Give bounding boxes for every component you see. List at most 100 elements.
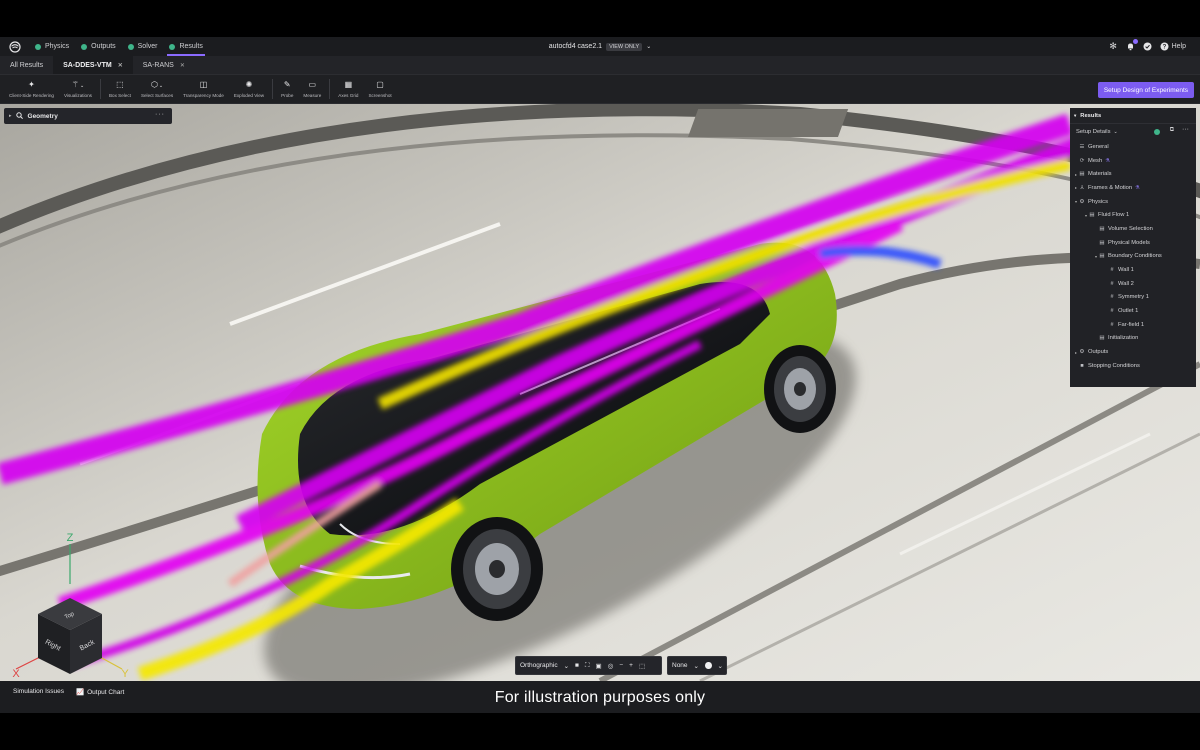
flask-icon: ⚗: [1135, 184, 1140, 191]
tree-item-outlet-1[interactable]: # Outlet 1: [1070, 304, 1196, 318]
more-options-icon[interactable]: ···: [155, 111, 165, 118]
tree-item-fluid-flow-1[interactable]: ▾ ▤ Fluid Flow 1: [1070, 208, 1196, 222]
tree-item-label: Outlet 1: [1118, 308, 1139, 315]
setup-doe-button[interactable]: Setup Design of Experiments: [1097, 82, 1194, 98]
tree-item-frames-motion[interactable]: ▸ ⅄ Frames & Motion ⚗: [1070, 181, 1196, 195]
tree-item-physical-models[interactable]: ▤ Physical Models: [1070, 236, 1196, 250]
step-outputs[interactable]: Outputs: [81, 37, 116, 56]
search-icon[interactable]: [15, 111, 23, 121]
step-complete-icon: [127, 43, 134, 50]
color-mode-dropdown[interactable]: None: [672, 662, 688, 669]
zoom-out-icon[interactable]: −: [619, 662, 623, 669]
step-solver[interactable]: Solver: [127, 37, 157, 56]
frame-icon[interactable]: ▣: [596, 662, 602, 670]
rear-wheel: [764, 345, 836, 433]
sliders-icon: ☰: [1079, 143, 1085, 150]
tool-axes-grid[interactable]: ▦ Axes Grid: [333, 75, 363, 103]
project-title[interactable]: autocfd4 case2.1: [549, 43, 602, 50]
camera-icon[interactable]: ■: [575, 662, 579, 669]
tab-sa-ddes-vtm[interactable]: SA-DDES-VTM ✕: [53, 56, 133, 74]
tree-item-stopping-conditions[interactable]: ■ Stopping Conditions: [1070, 359, 1196, 373]
tree-item-label: Volume Selection: [1108, 225, 1153, 232]
tool-exploded-view[interactable]: ✺ Exploded View: [229, 75, 269, 103]
collapse-arrow-icon[interactable]: ▸: [9, 113, 12, 119]
tree-item-mesh[interactable]: ⟳ Mesh ⚗: [1070, 154, 1196, 168]
tree-item-far-field-1[interactable]: # Far-field 1: [1070, 318, 1196, 332]
transparency-icon: ◫: [199, 80, 208, 89]
tree-item-label: Initialization: [1108, 335, 1139, 342]
tool-box-select[interactable]: ⬚ Box Select: [104, 75, 136, 103]
step-physics[interactable]: Physics: [35, 37, 69, 56]
tool-label: Client-Side Rendering: [9, 93, 54, 98]
zoom-box-icon[interactable]: ⬚: [639, 662, 645, 670]
bell-icon[interactable]: [1126, 39, 1138, 51]
collapse-arrow-icon[interactable]: ▾: [1074, 113, 1076, 119]
close-icon[interactable]: ✕: [118, 62, 123, 69]
tree-item-physics[interactable]: ▾ ⚙ Physics: [1070, 195, 1196, 209]
tree-item-volume-selection[interactable]: ▤ Volume Selection: [1070, 222, 1196, 236]
app-logo-icon[interactable]: [9, 40, 21, 53]
tree-item-outputs[interactable]: ▸ ⚙ Outputs: [1070, 345, 1196, 359]
help-button[interactable]: ? Help: [1160, 42, 1186, 51]
chevron-down-icon[interactable]: ⌄: [564, 662, 569, 670]
more-options-icon[interactable]: ···: [1182, 126, 1189, 133]
tool-label: Select Surfaces: [140, 93, 174, 98]
tab-sa-rans[interactable]: SA-RANS ✕: [133, 56, 195, 74]
tree-item-label: Far-field 1: [1118, 321, 1145, 328]
tool-label: Exploded View: [233, 93, 265, 98]
tree-item-initialization[interactable]: ▤ Initialization: [1070, 332, 1196, 346]
tree-item-general[interactable]: ☰ General: [1070, 140, 1196, 154]
step-complete-icon: [35, 43, 41, 50]
tree-item-label: General: [1088, 143, 1109, 150]
snowflake-icon[interactable]: ✻: [1109, 41, 1118, 51]
tree-item-symmetry-1[interactable]: # Symmetry 1: [1070, 291, 1196, 305]
tool-transparency-mode[interactable]: ◫ Transparency Mode: [178, 75, 229, 103]
projection-dropdown[interactable]: Orthographic: [520, 662, 558, 669]
tool-visualizations[interactable]: ⚚⌄ Visualizations: [59, 75, 97, 103]
tree-item-label: Boundary Conditions: [1108, 253, 1162, 260]
color-swatch-icon[interactable]: [705, 662, 712, 669]
setup-details-row[interactable]: Setup Details ⌄ ⧉ ···: [1070, 124, 1196, 140]
zoom-in-icon[interactable]: +: [629, 662, 633, 669]
scene-render[interactable]: Top Right Back Z X Y: [0, 104, 1200, 681]
tool-probe[interactable]: ✎ Probe: [276, 75, 298, 103]
target-icon[interactable]: ◎: [608, 662, 614, 670]
toolbar-separator: [272, 79, 274, 99]
close-icon[interactable]: ✕: [180, 62, 185, 69]
step-label: Results: [179, 43, 203, 50]
wand-icon: ⚚⌄: [71, 80, 85, 89]
results-panel-header[interactable]: ▾ Results: [1070, 108, 1196, 124]
list-icon: ▤: [1099, 225, 1105, 232]
tool-label: Probe: [281, 93, 294, 98]
copy-icon[interactable]: ⧉: [1170, 127, 1174, 134]
tree-item-label: Wall 2: [1118, 280, 1134, 287]
setup-details-dropdown[interactable]: Setup Details: [1076, 129, 1110, 135]
tool-screenshot[interactable]: ▢ Screenshot: [363, 75, 396, 103]
results-panel: ▾ Results Setup Details ⌄ ⧉ ··· ☰ General…: [1070, 108, 1196, 387]
tool-label: Axes Grid: [338, 93, 359, 98]
top-bar: Physics Outputs Solver Results autocfd4 cas…: [0, 37, 1200, 56]
tree-item-materials[interactable]: ▸ ▤ Materials: [1070, 167, 1196, 181]
3d-viewport[interactable]: Top Right Back Z X Y: [0, 104, 1200, 681]
tool-client-side-rendering[interactable]: ✦ Client-Side Rendering: [4, 75, 59, 103]
tab-all-results[interactable]: All Results: [0, 56, 53, 74]
chevron-down-icon[interactable]: ⌄: [1113, 129, 1117, 135]
tree-item-boundary-conditions[interactable]: ▾ ▤ Boundary Conditions: [1070, 250, 1196, 264]
tree-item-label: Frames & Motion: [1088, 184, 1133, 191]
tree-item-wall-1[interactable]: # Wall 1: [1070, 263, 1196, 277]
workflow-steps: Physics Outputs Solver Results: [35, 37, 215, 56]
outputs-icon: ⚙: [1079, 349, 1085, 356]
tool-measure[interactable]: ▭ Measure: [298, 75, 326, 103]
sparkle-icon: ✦: [28, 80, 35, 89]
tool-select-surfaces[interactable]: ⬡⌄ Select Surfaces: [136, 75, 178, 103]
chevron-down-icon[interactable]: ⌄: [646, 43, 651, 50]
tree-item-wall-2[interactable]: # Wall 2: [1070, 277, 1196, 291]
chevron-down-icon[interactable]: ⌄: [718, 662, 723, 670]
box-select-icon: ⬚: [116, 80, 124, 89]
tree-item-label: Physics: [1088, 198, 1108, 205]
chevron-down-icon[interactable]: ⌄: [694, 662, 699, 670]
fit-icon[interactable]: ⛶: [585, 662, 590, 670]
geometry-panel[interactable]: ▸ Geometry ···: [4, 108, 172, 124]
check-circle-icon[interactable]: [1143, 42, 1152, 51]
step-results[interactable]: Results: [167, 37, 206, 56]
